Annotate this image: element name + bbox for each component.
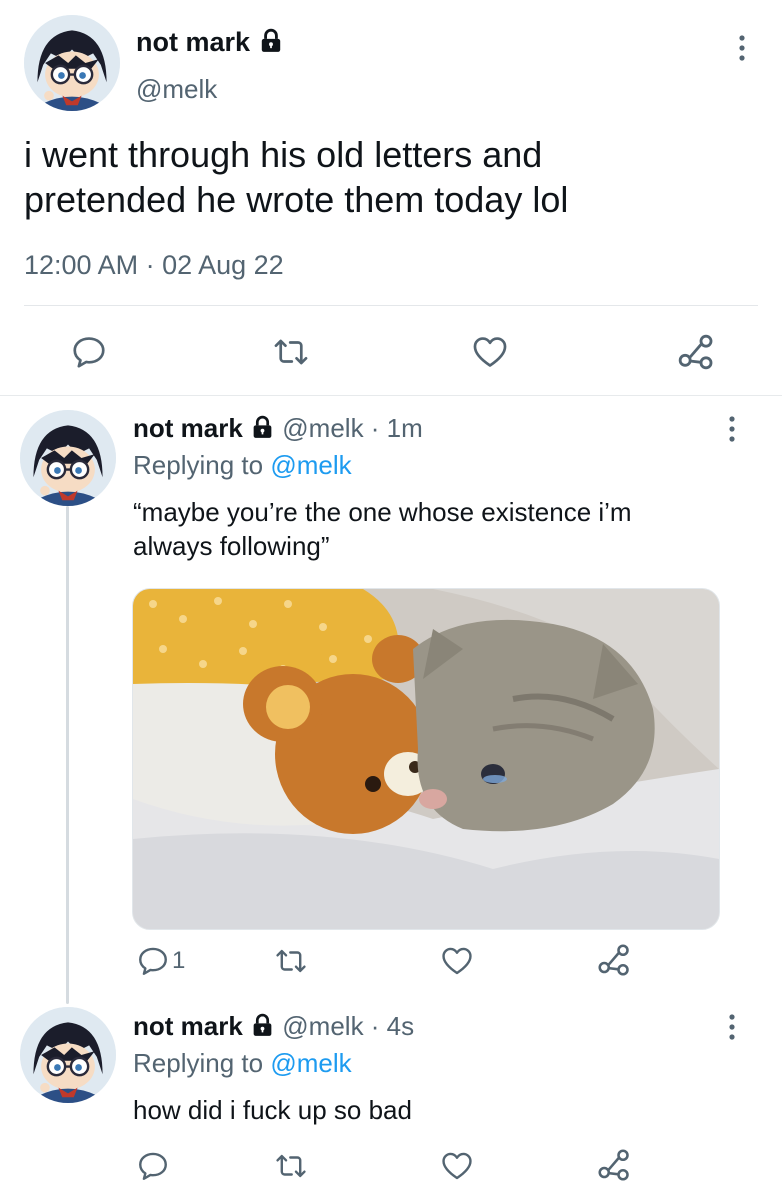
reply-header[interactable]: not mark @melk · 4s — [133, 1009, 414, 1043]
more-options-icon[interactable] — [726, 1012, 738, 1042]
display-name[interactable]: not mark — [133, 413, 243, 443]
display-name[interactable]: not mark — [136, 27, 250, 57]
avatar[interactable] — [20, 1007, 116, 1103]
reply-text: how did i fuck up so bad — [133, 1095, 412, 1125]
thread-line — [66, 506, 69, 1004]
retweet-icon[interactable] — [274, 1149, 308, 1183]
replying-to: Replying to @melk — [133, 448, 352, 482]
crying-cat-image — [133, 589, 719, 929]
lock-icon — [258, 28, 284, 54]
lock-icon — [250, 415, 275, 440]
timestamp[interactable]: 12:00 AM · 02 Aug 22 — [24, 248, 284, 282]
reply-header[interactable]: not mark @melk · 1m — [133, 411, 423, 445]
like-icon[interactable] — [440, 1149, 474, 1183]
reply-text-line: always following” — [133, 531, 330, 561]
handle[interactable]: @melk — [136, 72, 217, 106]
retweet-icon[interactable] — [274, 944, 308, 978]
more-options-icon[interactable] — [736, 33, 748, 63]
tweet-text-line: pretended he wrote them today lol — [24, 179, 569, 220]
avatar[interactable] — [24, 15, 120, 111]
more-options-icon[interactable] — [726, 414, 738, 444]
display-name[interactable]: not mark — [133, 1011, 243, 1041]
tweet-media-image[interactable] — [132, 588, 720, 930]
avatar[interactable] — [20, 410, 116, 506]
reply-text-line: “maybe you’re the one whose existence i’… — [133, 497, 632, 527]
lock-icon — [250, 1013, 275, 1038]
tweet-text-line: i went through his old letters and — [24, 134, 543, 175]
share-icon[interactable] — [676, 332, 716, 372]
divider — [0, 395, 782, 396]
reply-icon[interactable] — [70, 333, 108, 371]
handle-and-time[interactable]: @melk · 1m — [282, 413, 423, 443]
handle-and-time[interactable]: @melk · 4s — [282, 1011, 414, 1041]
reply-icon[interactable] — [136, 1149, 170, 1183]
reply-text: “maybe you’re the one whose existence i’… — [133, 495, 632, 563]
replying-to-label: Replying to — [133, 450, 264, 480]
tweet-text: i went through his old letters and prete… — [24, 132, 568, 222]
like-icon[interactable] — [440, 944, 474, 978]
replying-to-link[interactable]: @melk — [270, 1048, 351, 1078]
reply-count: 1 — [172, 947, 186, 974]
retweet-icon[interactable] — [272, 333, 310, 371]
replying-to-label: Replying to — [133, 1048, 264, 1078]
replying-to: Replying to @melk — [133, 1046, 352, 1080]
replying-to-link[interactable]: @melk — [270, 450, 351, 480]
like-icon[interactable] — [471, 333, 509, 371]
share-icon[interactable] — [596, 1147, 632, 1183]
divider — [24, 305, 758, 306]
reply-icon[interactable] — [136, 944, 170, 978]
share-icon[interactable] — [596, 942, 632, 978]
author-name-row[interactable]: not mark — [136, 25, 284, 59]
